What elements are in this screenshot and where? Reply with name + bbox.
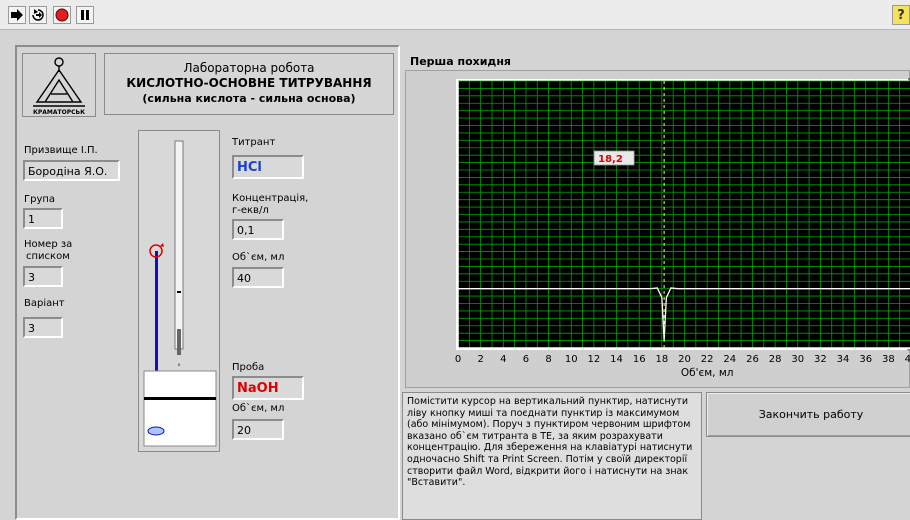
instructions-text: Помістити курсор на вертикальний пунктир… xyxy=(402,392,702,520)
x-tick-label: 16 xyxy=(633,354,646,365)
x-tick-label: 8 xyxy=(545,354,551,365)
chart-title: Перша похидня xyxy=(410,55,511,68)
x-tick-label: 14 xyxy=(610,354,623,365)
x-tick-label: 12 xyxy=(588,354,601,365)
stirrer-bar xyxy=(147,426,165,436)
chart-frame: 0246810121416182022242628303234363840Об'… xyxy=(405,70,910,388)
x-tick-label: 26 xyxy=(746,354,759,365)
header-box: Лабораторна робота КИСЛОТНО-ОСНОВНЕ ТИТР… xyxy=(104,53,394,115)
variant-field[interactable]: 3 xyxy=(23,317,63,338)
x-tick-label: 4 xyxy=(500,354,506,365)
logo-text: КРАМАТОРСЬК xyxy=(33,109,85,116)
derivative-chart: 0246810121416182022242628303234363840Об'… xyxy=(455,78,910,379)
x-tick-label: 36 xyxy=(859,354,872,365)
x-tick-label: 34 xyxy=(837,354,850,365)
burette-level-mark xyxy=(177,291,181,293)
x-tick-label: 32 xyxy=(814,354,827,365)
list-number-label-2: списком xyxy=(26,251,70,262)
surname-label: Призвище І.П. xyxy=(24,145,98,156)
sample-volume-field[interactable]: 20 xyxy=(232,419,284,440)
header-line-2: КИСЛОТНО-ОСНОВНЕ ТИТРУВАННЯ xyxy=(126,76,372,90)
x-tick-label: 22 xyxy=(701,354,714,365)
institution-logo: КРАМАТОРСЬК xyxy=(22,53,96,117)
x-tick-label: 10 xyxy=(565,354,578,365)
finish-work-button[interactable]: Закончить работу xyxy=(706,392,910,437)
titrant-label: Титрант xyxy=(232,137,276,148)
burette-panel: ° xyxy=(138,130,220,452)
header-line-1: Лабораторна робота xyxy=(183,61,315,75)
list-number-field[interactable]: 3 xyxy=(23,266,63,287)
sample-volume-label: Об`єм, мл xyxy=(232,403,285,414)
x-tick-label: 2 xyxy=(477,354,483,365)
concentration-label-1: Концентрація, xyxy=(232,193,309,204)
group-label: Група xyxy=(24,194,56,205)
sample-label: Проба xyxy=(232,362,265,373)
header-line-3: (сильна кислота - сильна основа) xyxy=(142,92,356,105)
burette-tube xyxy=(174,140,184,350)
abort-icon[interactable] xyxy=(53,6,71,24)
x-tick-label: 30 xyxy=(791,354,804,365)
toolbar: ? xyxy=(0,0,910,30)
variant-label: Варіант xyxy=(24,298,65,309)
surname-field[interactable]: Бородіна Я.О. xyxy=(23,160,120,181)
pause-icon[interactable] xyxy=(76,6,94,24)
run-arrow-icon[interactable] xyxy=(8,6,26,24)
x-tick-label: 24 xyxy=(723,354,736,365)
cursor-value-label: 18,2 xyxy=(598,154,623,165)
solution-level xyxy=(144,397,216,400)
list-number-label-1: Номер за xyxy=(24,239,73,250)
burette-tip xyxy=(177,329,181,355)
help-button[interactable]: ? xyxy=(892,5,910,25)
x-tick-label: 18 xyxy=(655,354,668,365)
concentration-label-2: г-екв/л xyxy=(232,205,269,216)
x-tick-label: 0 xyxy=(455,354,461,365)
titrant-field[interactable]: HCl xyxy=(232,155,304,179)
svg-text:°: ° xyxy=(177,363,181,371)
x-tick-label: 40 xyxy=(905,354,910,365)
sample-field[interactable]: NaOH xyxy=(232,376,304,400)
x-tick-label: 6 xyxy=(523,354,529,365)
group-field[interactable]: 1 xyxy=(23,208,63,229)
x-tick-label: 20 xyxy=(678,354,691,365)
concentration-field[interactable]: 0,1 xyxy=(232,219,284,240)
titrant-volume-field[interactable]: 40 xyxy=(232,267,284,288)
x-axis-label: Об'єм, мл xyxy=(681,367,734,379)
x-tick-label: 38 xyxy=(882,354,895,365)
titrant-volume-label: Об`єм, мл xyxy=(232,252,285,263)
x-tick-label: 28 xyxy=(769,354,782,365)
run-continuous-icon[interactable] xyxy=(29,6,47,24)
